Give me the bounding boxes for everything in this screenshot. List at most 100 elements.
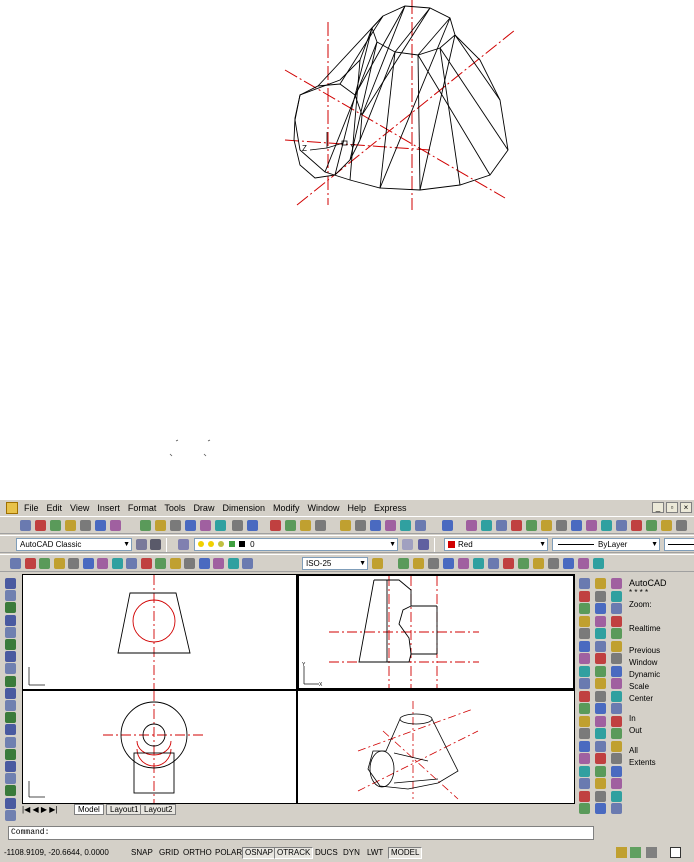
right-toolbar-icon-3-7[interactable]	[611, 653, 622, 664]
dimension-tool-icon-15[interactable]	[213, 558, 224, 569]
tray-dropdown-icon[interactable]	[646, 847, 657, 858]
zoom-option-out[interactable]: Out	[629, 726, 642, 736]
layer-properties-icon[interactable]	[178, 539, 189, 550]
ucs-tool-icon-14[interactable]	[661, 520, 672, 531]
right-toolbar-icon-1-7[interactable]	[579, 653, 590, 664]
restore-button[interactable]: ▫	[666, 502, 678, 513]
view-tool-icon-11[interactable]	[548, 558, 559, 569]
draw-tool-icon-6[interactable]	[5, 639, 16, 650]
standard-tool-icon-6[interactable]	[95, 520, 106, 531]
right-toolbar-icon-1-16[interactable]	[579, 765, 590, 777]
standard-tool-icon-4[interactable]	[65, 520, 76, 531]
dimstyle-select[interactable]: ISO-25 ▼	[302, 557, 368, 570]
right-toolbar-icon-3-5[interactable]	[611, 628, 622, 639]
properties-tool-icon-4[interactable]	[385, 520, 396, 531]
dimension-tool-icon-17[interactable]	[242, 558, 253, 569]
menu-express[interactable]: Express	[370, 500, 411, 516]
right-toolbar-icon-3-10[interactable]	[611, 690, 622, 702]
coordinates-readout[interactable]: -1108.9109, -20.6644, 0.0000	[4, 848, 109, 857]
dimension-tool-icon-3[interactable]	[39, 558, 50, 569]
right-toolbar-icon-3-2[interactable]	[611, 590, 622, 602]
view-tool-icon-5[interactable]	[458, 558, 469, 569]
view-tool-icon-2[interactable]	[413, 558, 424, 569]
right-toolbar-icon-2-2[interactable]	[595, 590, 606, 602]
status-lwt-button[interactable]: LWT	[364, 847, 386, 859]
draw-tool-icon-17[interactable]	[5, 773, 16, 785]
right-toolbar-icon-3-8[interactable]	[611, 665, 622, 677]
view-tool-icon-3[interactable]	[428, 558, 439, 569]
right-toolbar-icon-2-4[interactable]	[595, 615, 606, 627]
right-toolbar-icon-1-13[interactable]	[579, 728, 590, 739]
ucs-tool-icon-5[interactable]	[526, 520, 537, 531]
standard-tool-icon-3[interactable]	[50, 520, 61, 531]
dimension-tool-icon-11[interactable]	[155, 558, 166, 569]
lineweight-select[interactable]	[664, 538, 694, 551]
view-tool-icon-1[interactable]	[398, 558, 409, 569]
draw-tool-icon-12[interactable]	[5, 712, 16, 724]
tab-layout2[interactable]: Layout2	[140, 804, 177, 815]
menu-window[interactable]: Window	[304, 500, 344, 516]
right-toolbar-icon-2-15[interactable]	[595, 753, 606, 764]
right-toolbar-icon-1-3[interactable]	[579, 603, 590, 614]
right-toolbar-icon-3-17[interactable]	[611, 778, 622, 789]
pan-zoom-icon-2[interactable]	[285, 520, 296, 531]
draw-tool-icon-18[interactable]	[5, 785, 16, 797]
zoom-option-all[interactable]: All	[629, 746, 638, 756]
menu-edit[interactable]: Edit	[43, 500, 67, 516]
menu-help[interactable]: Help	[344, 500, 371, 516]
pan-zoom-icon-4[interactable]	[315, 520, 326, 531]
standard-tool-icon-2[interactable]	[35, 520, 46, 531]
viewport-isometric[interactable]	[297, 690, 575, 804]
right-toolbar-icon-2-19[interactable]	[595, 803, 606, 814]
edit-tool-icon-1[interactable]	[140, 520, 151, 531]
status-otrack-button[interactable]: OTRACK	[274, 847, 314, 859]
status-osnap-button[interactable]: OSNAP	[242, 847, 277, 859]
view-tool-icon-7[interactable]	[488, 558, 499, 569]
right-toolbar-icon-2-6[interactable]	[595, 640, 606, 652]
draw-tool-icon-5[interactable]	[5, 626, 16, 638]
ucs-tool-icon-10[interactable]	[601, 520, 612, 531]
status-snap-button[interactable]: SNAP	[128, 847, 156, 859]
menu-view[interactable]: View	[66, 500, 93, 516]
status-ortho-button[interactable]: ORTHO	[180, 847, 215, 859]
draw-tool-icon-3[interactable]	[5, 602, 16, 614]
ucs-tool-icon-8[interactable]	[571, 520, 582, 531]
my-workspace-icon[interactable]	[150, 539, 161, 550]
dimension-tool-icon-8[interactable]	[111, 558, 123, 569]
zoom-option-in[interactable]: In	[629, 714, 636, 724]
right-toolbar-icon-3-18[interactable]	[611, 790, 622, 802]
status-polar-button[interactable]: POLAR	[212, 847, 245, 859]
ucs-tool-icon-13[interactable]	[646, 520, 657, 531]
right-toolbar-icon-1-5[interactable]	[579, 628, 590, 639]
draw-tool-icon-1[interactable]	[5, 578, 16, 589]
right-toolbar-icon-1-17[interactable]	[579, 778, 590, 789]
right-toolbar-icon-2-16[interactable]	[595, 765, 606, 777]
close-button[interactable]: ×	[680, 502, 692, 513]
right-toolbar-icon-2-7[interactable]	[595, 653, 606, 664]
view-tool-icon-12[interactable]	[563, 558, 574, 569]
right-toolbar-icon-3-16[interactable]	[611, 765, 622, 777]
edit-tool-icon-5[interactable]	[200, 520, 211, 531]
view-tool-icon-8[interactable]	[503, 558, 514, 569]
right-toolbar-icon-3-19[interactable]	[611, 803, 622, 814]
tab-model[interactable]: Model	[74, 804, 104, 815]
dimension-tool-icon-12[interactable]	[169, 558, 181, 569]
draw-tool-icon-7[interactable]	[5, 651, 16, 663]
edit-tool-icon-3[interactable]	[170, 520, 181, 531]
right-toolbar-icon-3-13[interactable]	[611, 728, 622, 739]
menu-tools[interactable]: Tools	[160, 500, 189, 516]
view-tool-icon-13[interactable]	[578, 558, 589, 569]
help-icon-1[interactable]	[442, 520, 453, 531]
ucs-tool-icon-6[interactable]	[541, 520, 552, 531]
right-toolbar-icon-1-9[interactable]	[579, 678, 590, 689]
draw-tool-icon-14[interactable]	[5, 736, 16, 748]
ucs-tool-icon-3[interactable]	[496, 520, 507, 531]
right-toolbar-icon-2-14[interactable]	[595, 740, 606, 752]
dimension-tool-icon-6[interactable]	[82, 558, 94, 569]
make-current-layer-icon[interactable]	[402, 539, 413, 550]
ucs-tool-icon-11[interactable]	[616, 520, 627, 531]
color-select[interactable]: Red ▼	[444, 538, 548, 551]
right-toolbar-icon-3-15[interactable]	[611, 753, 622, 764]
minimize-button[interactable]: _	[652, 502, 664, 513]
status-ducs-button[interactable]: DUCS	[312, 847, 341, 859]
